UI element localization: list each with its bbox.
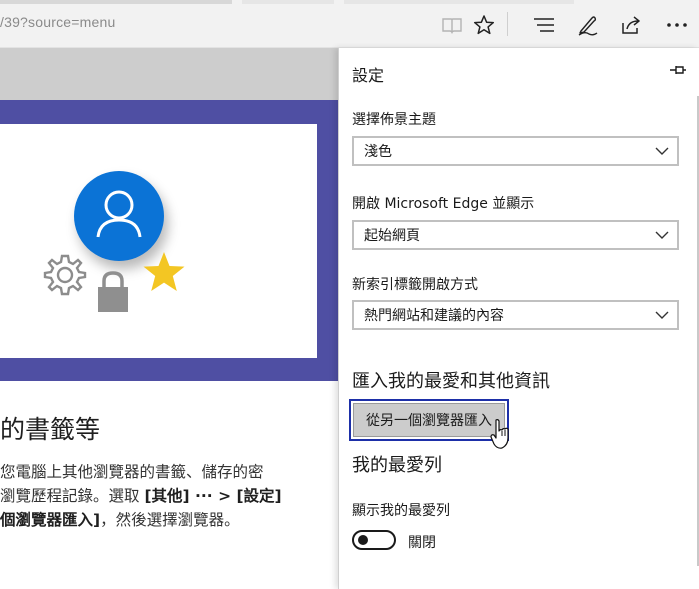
theme-label: 選擇佈景主題 — [352, 112, 436, 128]
import-from-browser-button[interactable]: 從另一個瀏覽器匯入 — [349, 399, 509, 441]
page-header-band — [0, 48, 338, 100]
reading-view-icon[interactable] — [439, 12, 465, 38]
paragraph-text: ，然後選擇瀏覽器。 — [100, 511, 240, 529]
lock-icon — [98, 271, 128, 312]
panel-title: 設定 — [352, 66, 385, 85]
new-tab-select-value: 熱門網站和建議的內容 — [364, 308, 504, 324]
browser-toolbar: /39?source=menu — [0, 0, 699, 48]
open-with-select-value: 起始網頁 — [364, 228, 420, 244]
section-heading: 的書籤等 — [0, 415, 101, 444]
chevron-down-icon — [655, 147, 669, 155]
paragraph-text: 瀏覽歷程記錄。選取 — [0, 487, 145, 505]
tab-strip-edge — [344, 0, 574, 4]
paragraph-line: 個瀏覽器匯入]，然後選擇瀏覽器。 — [0, 508, 338, 532]
new-tab-label: 新索引標籤開啟方式 — [352, 277, 478, 293]
paragraph-bold-text: 個瀏覽器匯入] — [0, 511, 101, 529]
hand-cursor-icon — [490, 419, 509, 449]
paragraph-line: 瀏覽歷程記錄。選取 [其他] ··· > [設定] — [0, 484, 338, 508]
open-with-select[interactable]: 起始網頁 — [352, 220, 679, 250]
settings-gear-icon — [43, 254, 87, 296]
theme-select[interactable]: 淺色 — [352, 136, 679, 166]
theme-select-value: 淺色 — [364, 144, 392, 160]
more-icon[interactable] — [664, 12, 690, 38]
favorites-bar-title: 我的最愛列 — [352, 455, 442, 476]
new-tab-select[interactable]: 熱門網站和建議的內容 — [352, 300, 679, 330]
hero-banner — [0, 100, 338, 381]
settings-panel: 設定 選擇佈景主題 淺色 開啟 Microsoft Edge 並顯示 起始網頁 … — [338, 48, 699, 589]
instruction-paragraph: 您電腦上其他瀏覽器的書籤、儲存的密 瀏覽歷程記錄。選取 [其他] ··· > [… — [0, 460, 338, 532]
open-with-label: 開啟 Microsoft Edge 並顯示 — [352, 196, 535, 212]
hub-icon[interactable] — [531, 12, 557, 38]
show-favorites-bar-label: 顯示我的最愛列 — [352, 503, 450, 519]
paragraph-line: 您電腦上其他瀏覽器的書籤、儲存的密 — [0, 463, 264, 481]
toggle-state-label: 關閉 — [408, 535, 436, 551]
pin-icon[interactable] — [669, 64, 687, 76]
tab-strip-edge — [0, 0, 232, 4]
toolbar-divider — [507, 12, 508, 36]
user-avatar-icon — [74, 171, 164, 261]
paragraph-bold-text: [其他] ··· > [設定] — [144, 487, 282, 505]
favorites-bar-toggle[interactable] — [352, 530, 396, 550]
share-icon[interactable] — [618, 12, 644, 38]
star-icon — [143, 252, 185, 291]
chevron-down-icon — [655, 231, 669, 239]
web-note-icon[interactable] — [575, 12, 601, 38]
favorite-star-icon[interactable] — [471, 12, 497, 38]
hero-illustration-card — [0, 124, 317, 358]
toggle-knob — [358, 535, 368, 545]
web-page: 的書籤等 您電腦上其他瀏覽器的書籤、儲存的密 瀏覽歷程記錄。選取 [其他] ··… — [0, 48, 338, 589]
chevron-down-icon — [655, 311, 669, 319]
import-button-label: 從另一個瀏覽器匯入 — [353, 403, 505, 437]
address-bar[interactable]: /39?source=menu — [0, 14, 115, 30]
tab-strip-edge — [242, 0, 334, 4]
import-section-title: 匯入我的最愛和其他資訊 — [352, 371, 550, 392]
